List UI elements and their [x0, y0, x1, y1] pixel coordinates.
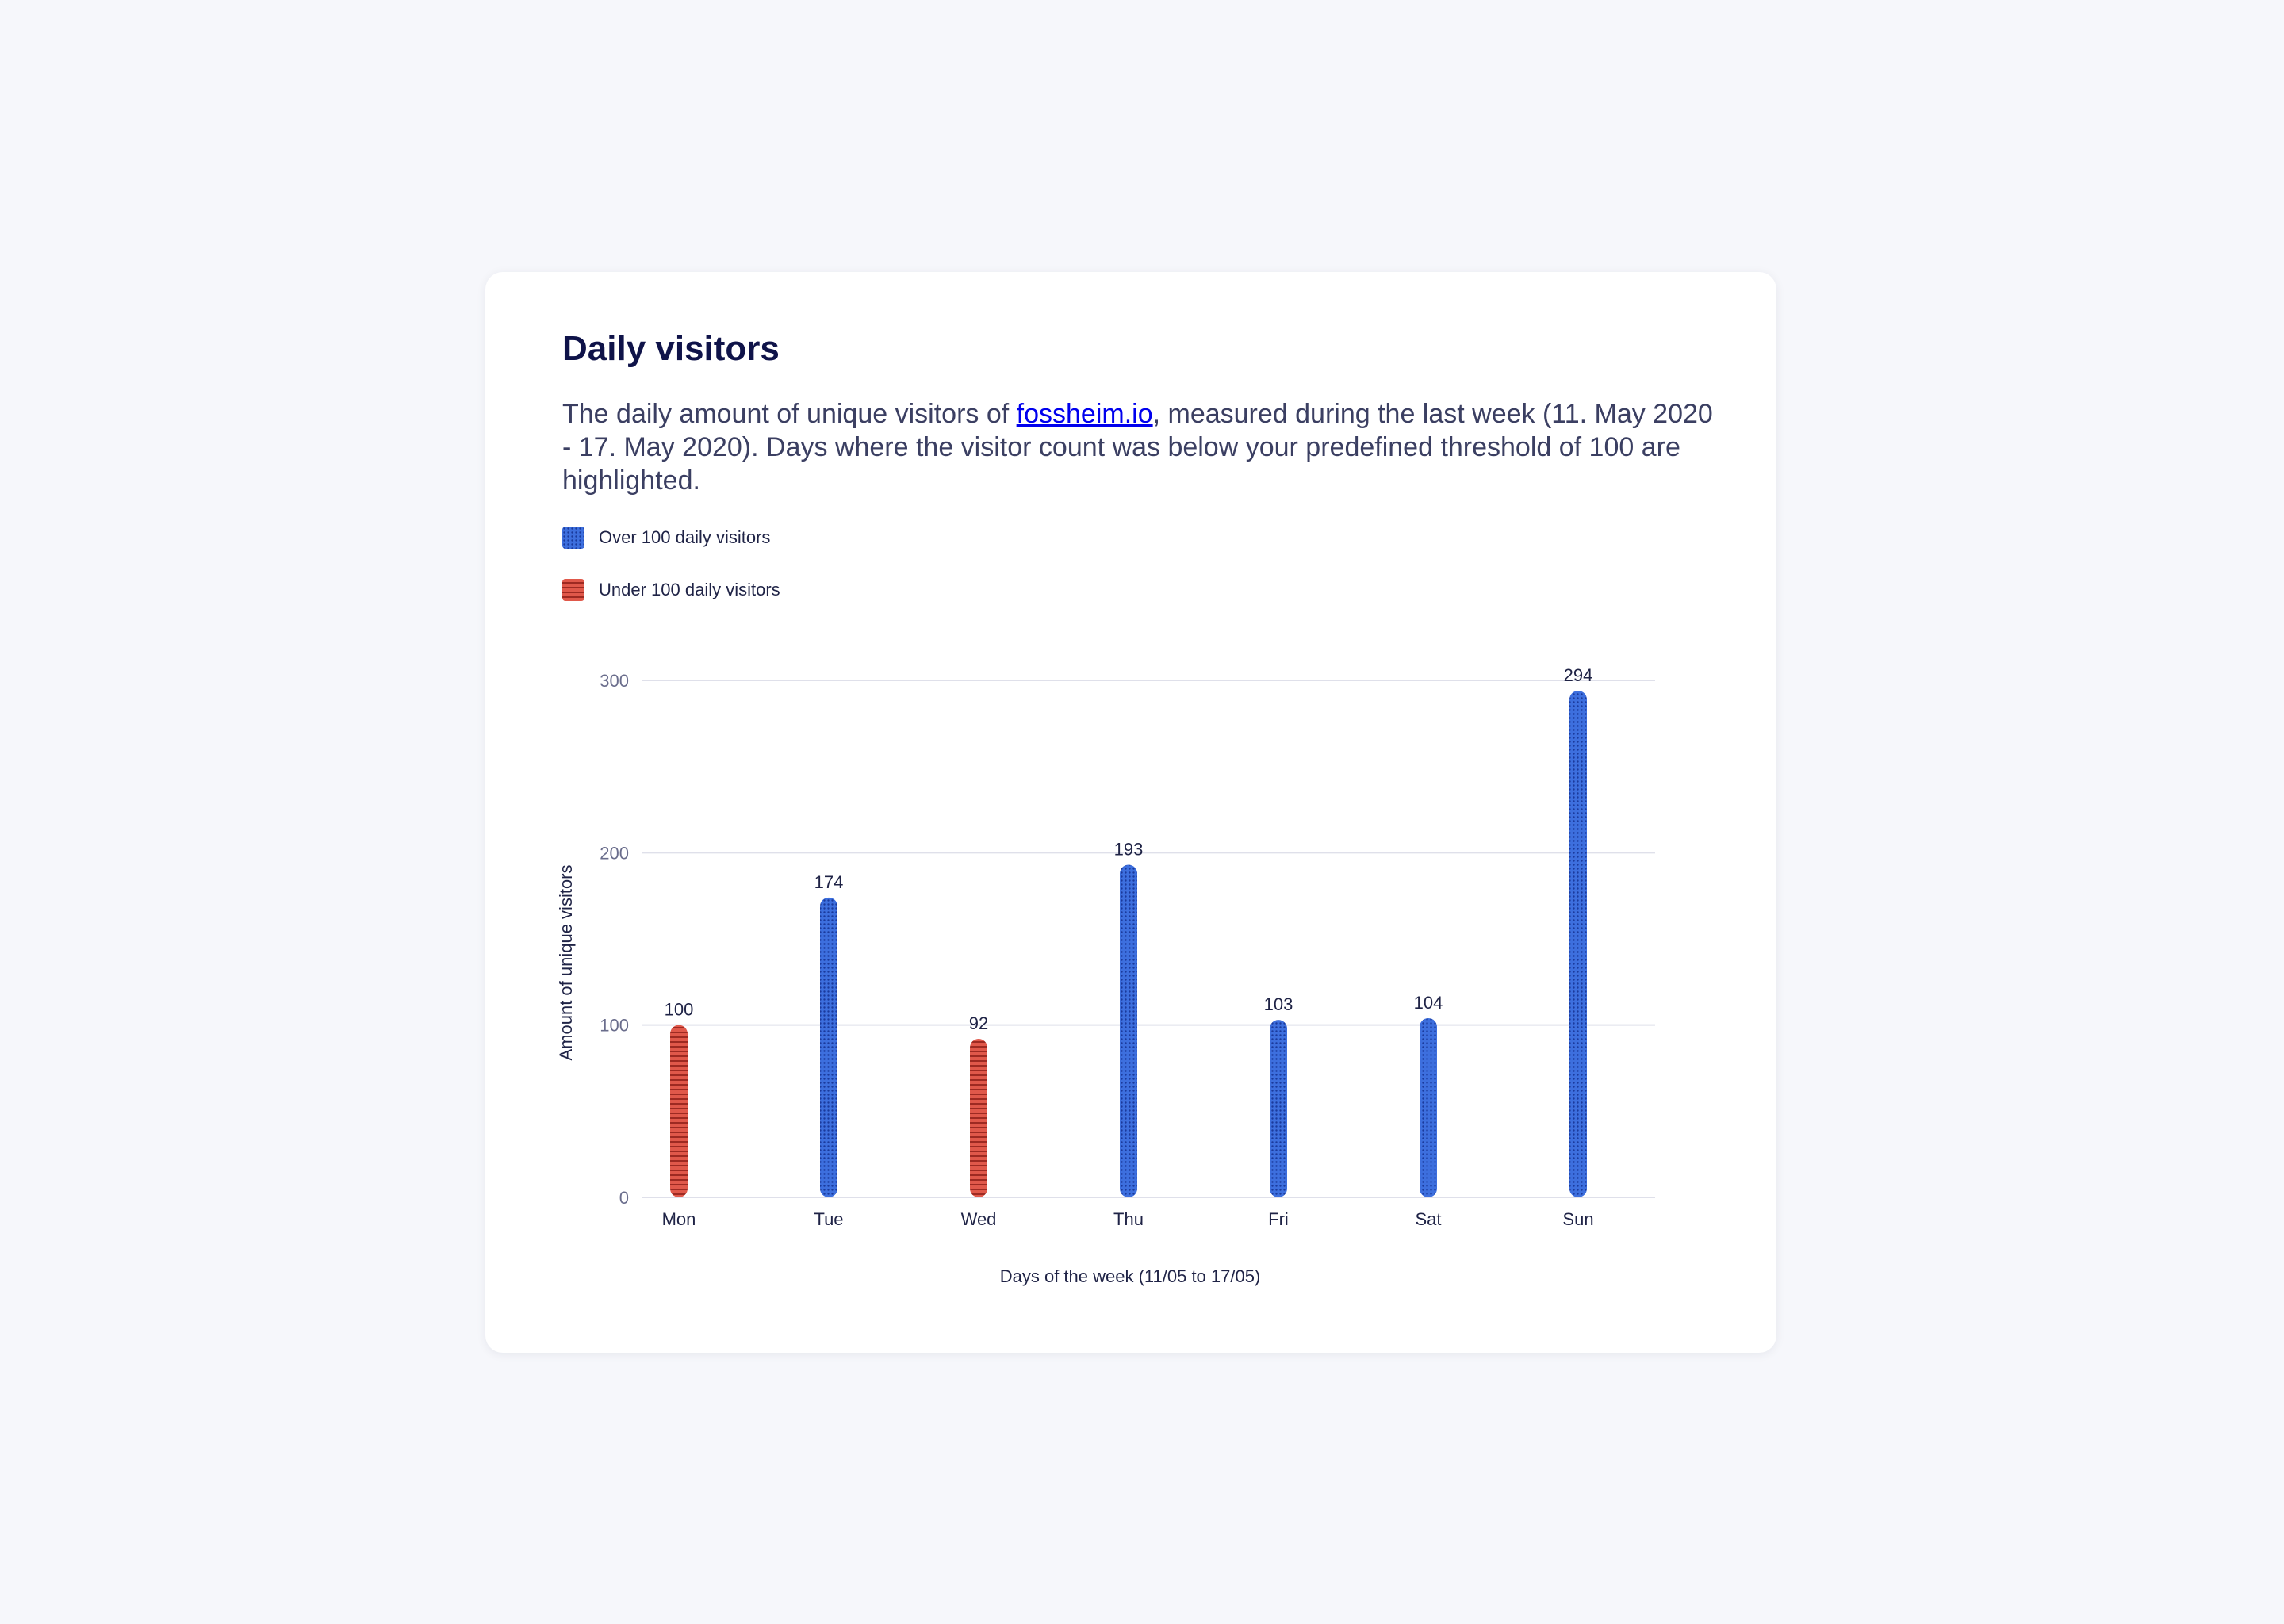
x-tick-label-wed: Wed	[961, 1209, 997, 1229]
data-label-wed: 92	[969, 1013, 988, 1033]
data-label-mon: 100	[665, 1000, 694, 1020]
bar-fri[interactable]	[1270, 1020, 1287, 1197]
x-tick-label-thu: Thu	[1113, 1209, 1144, 1229]
bar-thu[interactable]	[1120, 864, 1137, 1197]
y-axis-label: Amount of unique visitors	[556, 864, 576, 1060]
bar-sat[interactable]	[1420, 1017, 1437, 1197]
bar-chart: 0 100 200 300 100 174 92 193 103 104 294 Mon Tue We…	[556, 665, 1655, 1286]
x-tick-label-sat: Sat	[1415, 1209, 1441, 1229]
data-label-thu: 193	[1114, 840, 1144, 860]
data-label-tue: 174	[814, 872, 844, 892]
y-tick-label: 300	[600, 671, 629, 691]
data-label-fri: 103	[1264, 994, 1293, 1014]
bar-wed[interactable]	[970, 1039, 987, 1197]
y-axis-ticks: 0 100 200 300	[600, 671, 629, 1208]
bar-mon[interactable]	[670, 1025, 688, 1197]
y-tick-label: 100	[600, 1016, 629, 1036]
x-tick-label-fri: Fri	[1268, 1209, 1289, 1229]
data-label-sun: 294	[1564, 665, 1593, 685]
x-axis-ticks: Mon Tue Wed Thu Fri Sat Sun	[662, 1209, 1594, 1229]
bar-tue[interactable]	[820, 897, 837, 1197]
x-axis-label: Days of the week (11/05 to 17/05)	[1000, 1266, 1261, 1286]
chart-card: Daily visitors The daily amount of uniqu…	[485, 272, 1776, 1353]
grid-lines	[642, 680, 1655, 1198]
y-tick-label: 200	[600, 843, 629, 863]
y-tick-label: 0	[619, 1188, 629, 1208]
x-tick-label-mon: Mon	[662, 1209, 696, 1229]
bar-sun[interactable]	[1569, 691, 1587, 1197]
x-tick-label-tue: Tue	[814, 1209, 843, 1229]
data-label-sat: 104	[1414, 993, 1443, 1013]
bars	[670, 691, 1587, 1197]
x-tick-label-sun: Sun	[1562, 1209, 1593, 1229]
